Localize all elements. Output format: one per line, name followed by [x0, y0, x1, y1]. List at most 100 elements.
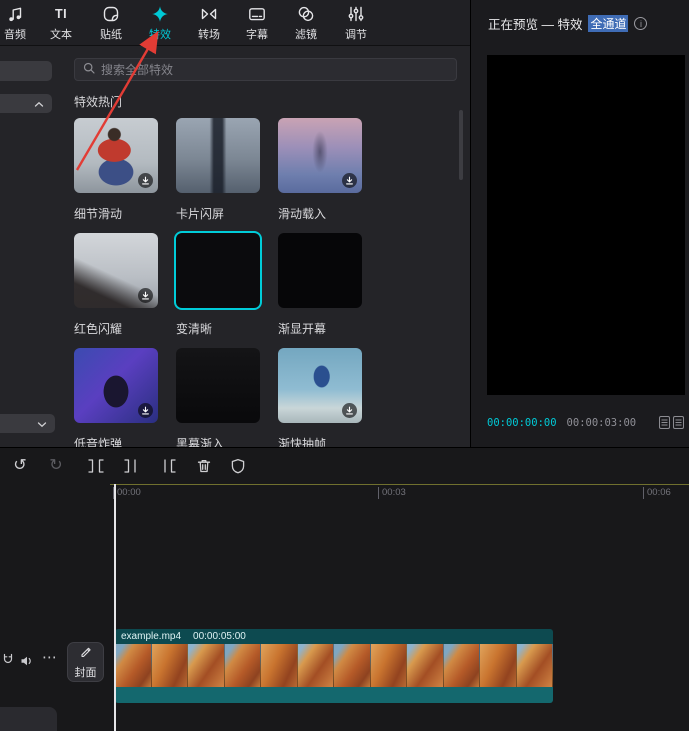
effect-name: 细节滑动: [74, 205, 158, 222]
effect-thumbnail[interactable]: [176, 348, 260, 423]
music-note-icon: [5, 4, 25, 24]
download-icon[interactable]: [342, 173, 357, 188]
download-icon[interactable]: [138, 173, 153, 188]
toolbar-item-audio[interactable]: 音频: [0, 4, 38, 44]
captions-icon: [247, 4, 267, 24]
toolbar-item-filter[interactable]: 滤镜: [283, 4, 329, 44]
effect-thumbnail[interactable]: [176, 118, 260, 193]
cover-button[interactable]: 封面: [67, 642, 104, 682]
film-frame: [407, 644, 444, 687]
effect-name: 渐显开幕: [278, 320, 362, 337]
effect-thumbnail[interactable]: [74, 348, 158, 423]
effect-item[interactable]: 低音炸弹: [74, 348, 158, 447]
chevron-up-icon: [34, 95, 44, 113]
clip-filmstrip: [115, 644, 553, 687]
toolbar-item-text[interactable]: TI 文本: [38, 4, 84, 44]
effects-search-box: [74, 58, 457, 81]
adjust-sliders-icon: [346, 4, 366, 24]
download-icon[interactable]: [342, 403, 357, 418]
cover-label: 封面: [75, 664, 97, 680]
split-button[interactable]: [84, 454, 108, 478]
clip-header: example.mp4 00:00:05:00: [115, 629, 553, 644]
split-keep-right-icon: [158, 456, 178, 476]
more-options-icon[interactable]: ⋯: [42, 648, 58, 666]
effect-thumbnail[interactable]: [278, 233, 362, 308]
shield-icon: [228, 456, 248, 476]
film-frame: [334, 644, 371, 687]
magnet-icon[interactable]: [2, 653, 14, 671]
info-icon[interactable]: i: [634, 17, 647, 30]
playhead[interactable]: [114, 484, 116, 731]
clip-name: example.mp4: [121, 631, 181, 642]
download-icon[interactable]: [138, 288, 153, 303]
split-keep-left-icon: [122, 456, 142, 476]
total-duration: 00:00:03:00: [567, 417, 637, 429]
pencil-icon: [80, 644, 91, 662]
effect-item[interactable]: 滑动载入: [278, 118, 362, 222]
effects-section-title: 特效热门: [74, 93, 122, 110]
transition-icon: [199, 4, 219, 24]
sticker-icon: [101, 4, 121, 24]
effect-item[interactable]: 渐快抽帧: [278, 348, 362, 447]
effect-thumbnail[interactable]: [278, 118, 362, 193]
toolbar-item-effects[interactable]: 特效: [137, 4, 183, 44]
timeline: ↺ ↻ 00:00 00:03 00:06 ⋯ 封面: [0, 447, 689, 731]
search-input[interactable]: [101, 63, 448, 77]
video-editor-window: 音频 TI 文本 贴纸 特效 转场: [0, 0, 689, 731]
clip-audio-track: [115, 687, 553, 703]
effect-name: 滑动载入: [278, 205, 362, 222]
video-clip[interactable]: example.mp4 00:00:05:00: [115, 629, 553, 703]
scrollbar[interactable]: [459, 110, 463, 180]
toolbar-label: 文本: [50, 26, 72, 42]
timeline-ruler[interactable]: 00:00 00:03 00:06: [0, 484, 689, 502]
effect-item-selected[interactable]: 变清晰: [176, 233, 260, 337]
effect-name: 变清晰: [176, 320, 260, 337]
speaker-icon[interactable]: [20, 654, 34, 672]
split-keep-left-button[interactable]: [120, 454, 144, 478]
toolbar-item-adjust[interactable]: 调节: [333, 4, 379, 44]
delete-button[interactable]: [192, 454, 216, 478]
redo-icon: ↻: [49, 458, 62, 474]
effects-panel: 特效热门 细节滑动 卡片闪屏 滑动载入: [0, 46, 470, 447]
toolbar-item-transition[interactable]: 转场: [186, 4, 232, 44]
effect-thumbnail[interactable]: [74, 233, 158, 308]
split-icon: [86, 456, 106, 476]
channel-badge: 全通道: [588, 15, 628, 32]
toolbar-label: 字幕: [246, 26, 268, 42]
film-frame: [152, 644, 189, 687]
preview-header: 正在预览 — 特效 全通道 i: [488, 14, 647, 33]
collapsed-corner-panel: [0, 707, 57, 731]
effect-item[interactable]: 渐显开幕: [278, 233, 362, 337]
film-frame: [115, 644, 152, 687]
undo-button[interactable]: ↺: [8, 454, 32, 478]
undo-icon: ↺: [13, 458, 26, 474]
effects-star-icon: [150, 4, 170, 24]
toolbar-item-captions[interactable]: 字幕: [234, 4, 280, 44]
effect-thumbnail[interactable]: [278, 348, 362, 423]
effect-item[interactable]: 红色闪耀: [74, 233, 158, 337]
download-icon[interactable]: [138, 403, 153, 418]
expand-panel-button[interactable]: [0, 414, 55, 433]
effect-name: 红色闪耀: [74, 320, 158, 337]
effect-item[interactable]: 细节滑动: [74, 118, 158, 222]
layout-grid-icon[interactable]: [659, 416, 685, 429]
toolbar-label: 滤镜: [295, 26, 317, 42]
effect-name: 黑幕渐入: [176, 435, 260, 447]
effect-item[interactable]: 卡片闪屏: [176, 118, 260, 222]
film-frame: [480, 644, 517, 687]
top-toolbar: 音频 TI 文本 贴纸 特效 转场: [0, 0, 471, 46]
toolbar-item-sticker[interactable]: 贴纸: [88, 4, 134, 44]
redo-button[interactable]: ↻: [44, 454, 68, 478]
film-frame: [371, 644, 408, 687]
collapse-panel-button[interactable]: [0, 94, 52, 113]
effect-name: 低音炸弹: [74, 435, 158, 447]
split-keep-right-button[interactable]: [156, 454, 180, 478]
ruler-tick: 00:06: [643, 487, 671, 499]
mask-button[interactable]: [226, 454, 250, 478]
collapsed-panel-handle[interactable]: [0, 61, 52, 81]
effect-thumbnail[interactable]: [74, 118, 158, 193]
preview-video: [487, 55, 685, 395]
effect-thumbnail[interactable]: [176, 233, 260, 308]
effect-item[interactable]: 黑幕渐入: [176, 348, 260, 447]
search-icon: [83, 61, 95, 79]
